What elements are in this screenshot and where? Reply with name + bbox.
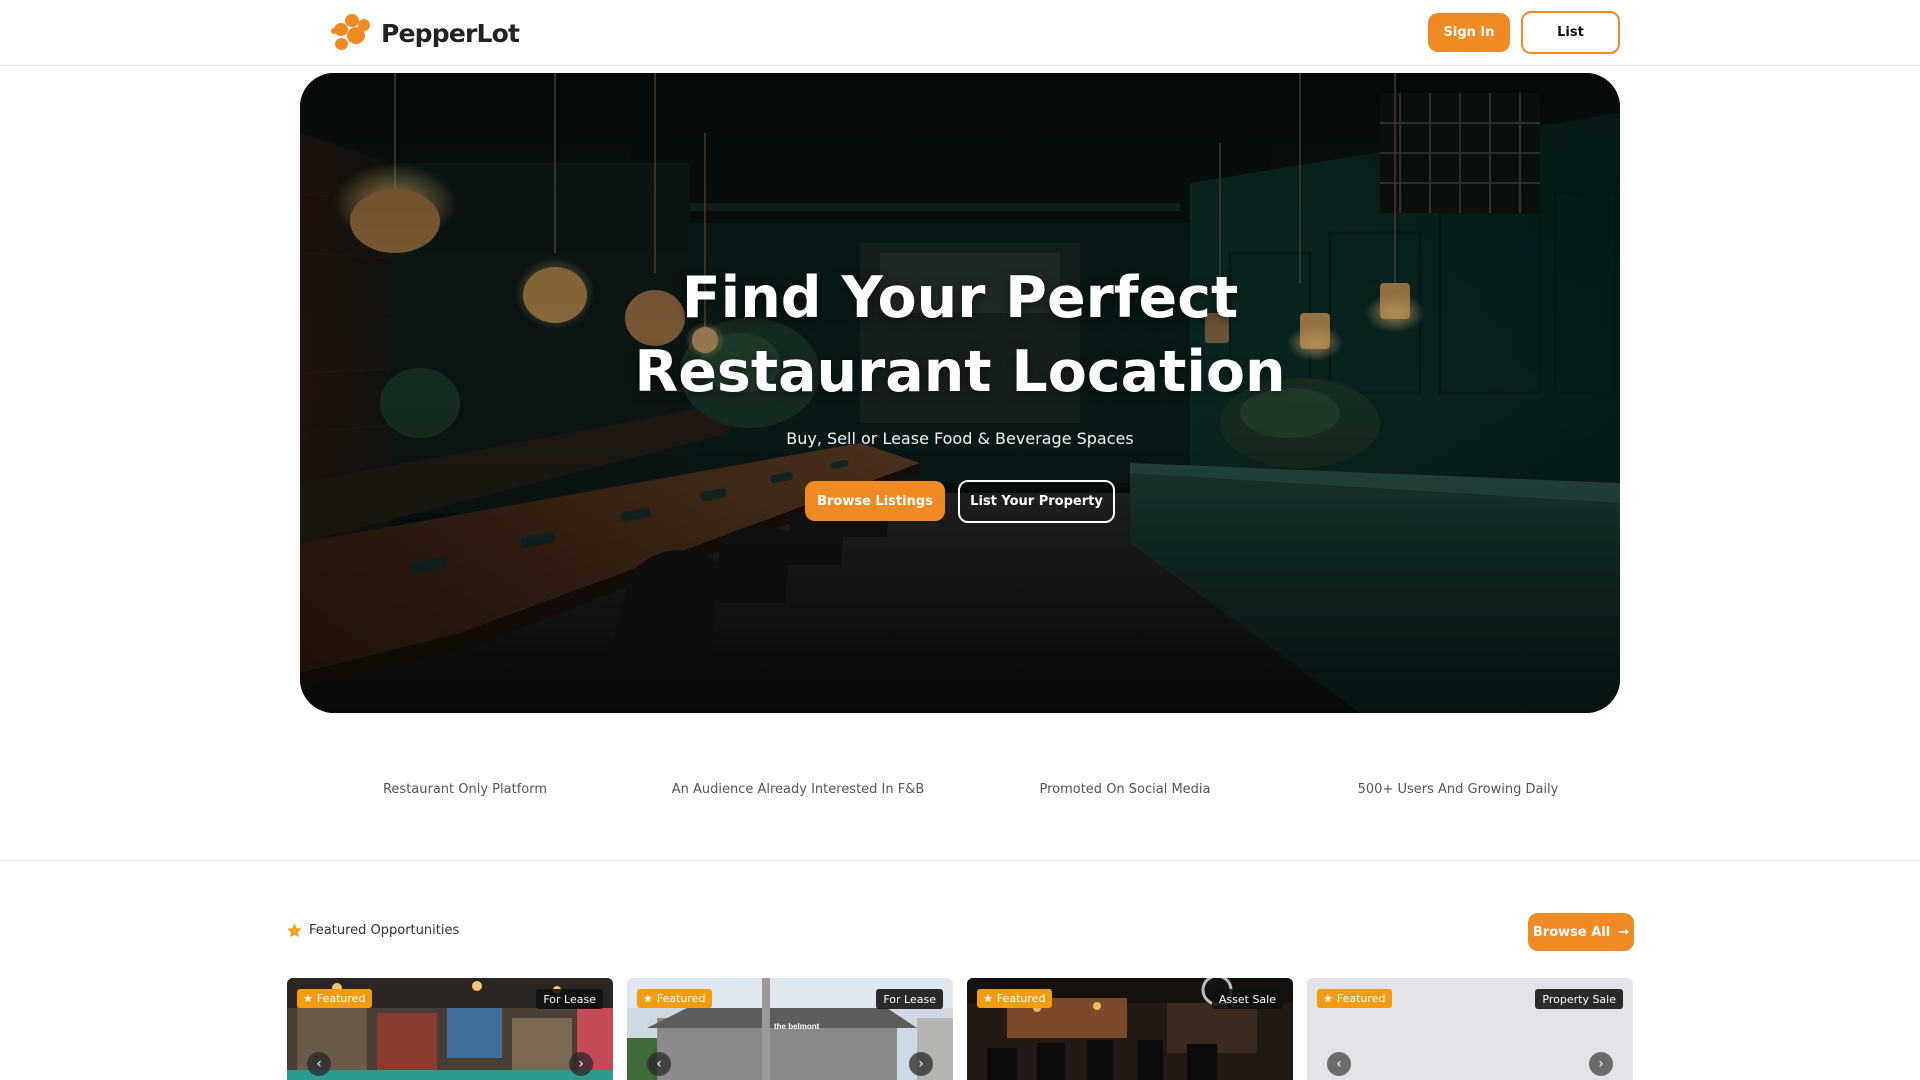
pepperlot-logo-icon <box>331 14 375 52</box>
listing-type-badge: Property Sale <box>1535 989 1623 1009</box>
browse-all-button[interactable]: Browse All → <box>1528 913 1634 951</box>
sign-in-button[interactable]: Sign In <box>1428 13 1510 52</box>
featured-badge: ★ Featured <box>1317 989 1393 1008</box>
features-strip: Restaurant Only Platform An Audience Alr… <box>300 782 1620 802</box>
listing-type-badge: For Lease <box>876 989 943 1009</box>
featured-section-header: Featured Opportunities <box>286 922 459 939</box>
belmont-sign-text: the belmont <box>774 1022 820 1031</box>
featured-badge-label: Featured <box>996 992 1046 1005</box>
browse-listings-button[interactable]: Browse Listings <box>805 481 945 521</box>
star-icon: ★ <box>1323 992 1333 1005</box>
listing-type-badge: Asset Sale <box>1211 989 1283 1009</box>
carousel-prev-button[interactable]: ‹ <box>1327 1052 1351 1076</box>
list-your-property-button[interactable]: List Your Property <box>958 480 1115 523</box>
carousel-prev-button[interactable]: ‹ <box>647 1052 671 1076</box>
carousel-next-button[interactable]: › <box>569 1052 593 1076</box>
star-icon: ★ <box>983 992 993 1005</box>
star-icon: ★ <box>643 992 653 1005</box>
hero-title: Find Your Perfect Restaurant Location <box>300 261 1620 409</box>
listing-card[interactable]: the belmont ★ Featured For Lease ‹ › <box>627 978 953 1080</box>
arrow-right-icon: → <box>1618 924 1630 940</box>
star-icon <box>287 923 302 938</box>
carousel-next-button[interactable]: › <box>909 1052 933 1076</box>
listing-card[interactable]: ★ Featured Property Sale ‹ › <box>1307 978 1633 1080</box>
feature-item: An Audience Already Interested In F&B <box>671 782 925 797</box>
featured-badge-label: Featured <box>316 992 366 1005</box>
section-divider <box>0 860 1920 861</box>
featured-badge: ★ Featured <box>297 989 373 1008</box>
hero-title-line2: Restaurant Location <box>634 339 1286 405</box>
listing-card[interactable]: ★ Featured For Lease ‹ › <box>287 978 613 1080</box>
featured-title: Featured Opportunities <box>309 923 460 938</box>
logo-text: PepperLot <box>381 18 520 48</box>
listing-card[interactable]: ★ Featured Asset Sale <box>967 978 1293 1080</box>
carousel-prev-button[interactable]: ‹ <box>307 1052 331 1076</box>
featured-badge: ★ Featured <box>637 989 713 1008</box>
feature-item: Restaurant Only Platform <box>382 782 548 797</box>
hero-title-line1: Find Your Perfect <box>681 265 1239 331</box>
featured-badge: ★ Featured <box>977 989 1053 1008</box>
list-button[interactable]: List <box>1521 11 1620 54</box>
browse-all-label: Browse All <box>1532 924 1611 940</box>
logo[interactable]: PepperLot <box>331 14 520 52</box>
carousel-next-button[interactable]: › <box>1589 1052 1613 1076</box>
hero-subtitle: Buy, Sell or Lease Food & Beverage Space… <box>786 429 1134 448</box>
star-icon: ★ <box>303 992 313 1005</box>
site-header: PepperLot Sign In List <box>0 0 1920 66</box>
hero-banner: Find Your Perfect Restaurant Location Bu… <box>300 73 1620 713</box>
listing-type-badge: For Lease <box>536 989 603 1009</box>
featured-badge-label: Featured <box>1336 992 1386 1005</box>
feature-item: 500+ Users And Growing Daily <box>1357 782 1559 797</box>
feature-item: Promoted On Social Media <box>1039 782 1211 797</box>
featured-badge-label: Featured <box>656 992 706 1005</box>
